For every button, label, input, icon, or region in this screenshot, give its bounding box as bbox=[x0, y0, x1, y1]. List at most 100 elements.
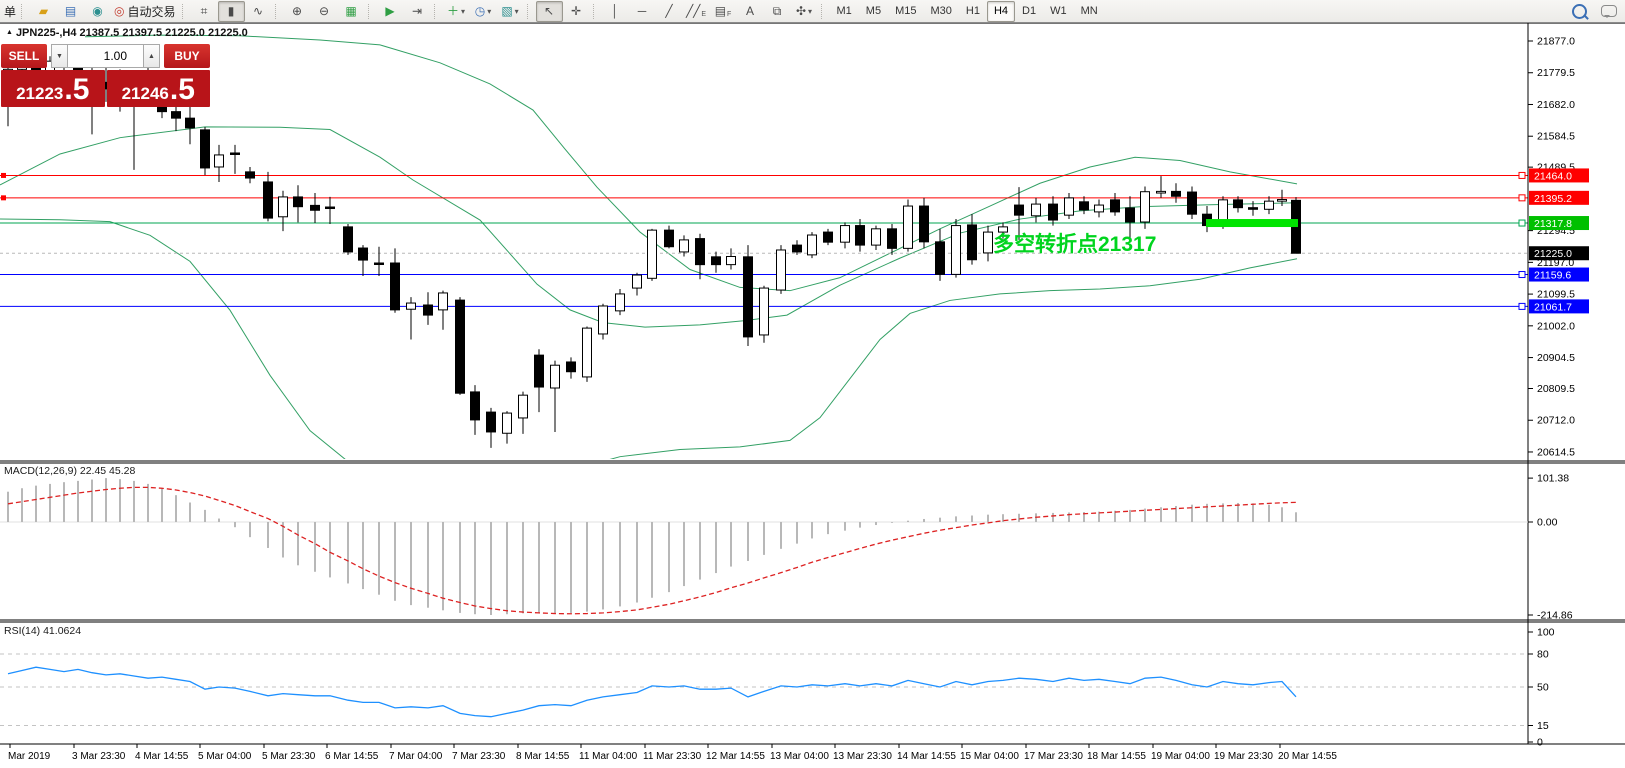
volume-decrease-button[interactable]: ▼ bbox=[51, 44, 68, 68]
candle-body bbox=[1080, 202, 1089, 210]
candle-body bbox=[535, 355, 544, 387]
candle-body bbox=[744, 257, 753, 337]
line-endpoint-marker[interactable] bbox=[1519, 272, 1525, 278]
candle-body bbox=[311, 205, 320, 210]
candle-body bbox=[648, 230, 657, 278]
text-icon[interactable]: A bbox=[737, 1, 764, 22]
rsi-axis-label: 100 bbox=[1537, 627, 1555, 639]
vertical-line-icon[interactable]: │ bbox=[602, 1, 629, 22]
cursor-icon[interactable]: ↖ bbox=[536, 1, 563, 22]
timeframe-button-m15[interactable]: M15 bbox=[888, 1, 923, 22]
candle-body bbox=[841, 226, 850, 243]
buy-button[interactable]: BUY bbox=[164, 44, 210, 68]
dropdown-caret-icon[interactable]: ▾ bbox=[461, 7, 465, 16]
dropdown-caret-icon[interactable]: ▾ bbox=[487, 7, 491, 16]
candle-body bbox=[567, 362, 576, 372]
equidistant-channel-icon[interactable]: ╱╱E bbox=[683, 1, 710, 22]
symbol-marker-icon[interactable]: ▲ bbox=[6, 29, 13, 36]
fibonacci-icon[interactable]: ▤F bbox=[710, 1, 737, 22]
time-axis-label: 4 Mar 14:55 bbox=[135, 751, 189, 762]
line-chart-icon: ∿ bbox=[253, 5, 263, 17]
timeframe-button-h4[interactable]: H4 bbox=[987, 1, 1015, 22]
candle-body bbox=[1095, 205, 1104, 212]
line-endpoint-marker[interactable] bbox=[1519, 220, 1525, 226]
tile-windows-icon[interactable]: ▦ bbox=[338, 1, 365, 22]
signal-icon: ◉ bbox=[92, 5, 102, 17]
arrows-icon: ✣ bbox=[796, 5, 806, 17]
period-clock-icon[interactable]: ◷▾ bbox=[470, 1, 497, 22]
line-endpoint-marker[interactable] bbox=[1519, 195, 1525, 201]
macd-axis-label: -214.86 bbox=[1537, 610, 1573, 622]
timeframe-button-mn[interactable]: MN bbox=[1074, 1, 1105, 22]
annotation-text[interactable]: 多空转折点21317 bbox=[993, 232, 1156, 256]
auto-scroll-icon[interactable]: ▶ bbox=[377, 1, 404, 22]
sell-price-display[interactable]: 21223.5 bbox=[1, 70, 105, 107]
rsi-axis-label: 50 bbox=[1537, 682, 1549, 694]
horizontal-line-icon[interactable]: ─ bbox=[629, 1, 656, 22]
dropdown-caret-icon[interactable]: ▾ bbox=[808, 7, 812, 16]
line-chart-icon[interactable]: ∿ bbox=[245, 1, 272, 22]
time-axis-label: 17 Mar 23:30 bbox=[1024, 751, 1083, 762]
chart-symbol-header: ▲JPN225-,H4 21387.5 21397.5 21225.0 2122… bbox=[6, 27, 248, 39]
terminal-icon[interactable]: ▤ bbox=[57, 1, 84, 22]
chart-canvas[interactable]: 多空转折点2131721877.021779.521682.021584.521… bbox=[0, 0, 1625, 768]
time-axis-label: 5 Mar 23:30 bbox=[262, 751, 316, 762]
zoom-out-icon[interactable]: ⊖ bbox=[311, 1, 338, 22]
text-label-icon[interactable]: ⧉ bbox=[764, 1, 791, 22]
search-icon[interactable] bbox=[1572, 4, 1587, 19]
zoom-in-icon[interactable]: ⊕ bbox=[284, 1, 311, 22]
candle-body bbox=[246, 172, 255, 178]
line-endpoint-marker[interactable] bbox=[1, 195, 6, 200]
bar-chart-icon[interactable]: ⌗ bbox=[191, 1, 218, 22]
autotrade-button[interactable]: ◎自动交易 bbox=[111, 1, 179, 22]
dropdown-caret-icon[interactable]: ▾ bbox=[515, 7, 519, 16]
toolbar-separator bbox=[821, 4, 826, 19]
line-endpoint-marker[interactable] bbox=[1519, 172, 1525, 178]
candlestick-chart-icon[interactable]: ▮ bbox=[218, 1, 245, 22]
volume-input[interactable]: 1.00 bbox=[68, 44, 143, 68]
candle-body bbox=[888, 229, 897, 249]
crosshair-icon[interactable]: ✛ bbox=[563, 1, 590, 22]
arrows-icon[interactable]: ✣▾ bbox=[791, 1, 818, 22]
gold-icon[interactable]: ▰ bbox=[30, 1, 57, 22]
candle-body bbox=[856, 226, 865, 246]
buy-price-display[interactable]: 21246.5 bbox=[107, 70, 211, 107]
candle-body bbox=[1234, 200, 1243, 208]
trendline-icon[interactable]: ╱ bbox=[656, 1, 683, 22]
green-highlight-box[interactable] bbox=[1206, 219, 1298, 227]
time-axis-label: 7 Mar 04:00 bbox=[389, 751, 443, 762]
candle-body bbox=[808, 235, 817, 255]
volume-increase-button[interactable]: ▲ bbox=[143, 44, 160, 68]
timeframe-button-m30[interactable]: M30 bbox=[923, 1, 958, 22]
sell-button[interactable]: SELL bbox=[1, 44, 47, 68]
sell-price-main: 21223 bbox=[16, 85, 63, 102]
toolbar-separator bbox=[182, 4, 187, 19]
candle-body bbox=[952, 226, 961, 275]
level-price-label: 21159.6 bbox=[1534, 270, 1571, 282]
timeframe-button-w1[interactable]: W1 bbox=[1043, 1, 1074, 22]
line-endpoint-marker[interactable] bbox=[1519, 303, 1525, 309]
candle-body bbox=[999, 227, 1008, 232]
price-axis-label: 21682.0 bbox=[1537, 99, 1575, 111]
toolbar-group-scroll: ▶⇥ bbox=[377, 0, 431, 22]
time-axis-label: 18 Mar 14:55 bbox=[1087, 751, 1146, 762]
candle-body bbox=[984, 232, 993, 253]
signal-icon[interactable]: ◉ bbox=[84, 1, 111, 22]
template-icon[interactable]: ▧▾ bbox=[497, 1, 524, 22]
timeframe-button-h1[interactable]: H1 bbox=[959, 1, 987, 22]
candle-body bbox=[439, 293, 448, 310]
timeframe-button-d1[interactable]: D1 bbox=[1015, 1, 1043, 22]
chat-icon[interactable] bbox=[1601, 5, 1617, 17]
new-order-icon[interactable]: ＋▾ bbox=[443, 1, 470, 22]
line-endpoint-marker[interactable] bbox=[1, 173, 6, 178]
candle-body bbox=[375, 263, 384, 265]
timeframe-button-m1[interactable]: M1 bbox=[830, 1, 859, 22]
zoom-out-icon: ⊖ bbox=[319, 5, 329, 17]
candle-body bbox=[1249, 208, 1258, 210]
timeframe-button-m5[interactable]: M5 bbox=[859, 1, 888, 22]
toolbar: 单 ▰▤◉◎自动交易⌗▮∿⊕⊖▦▶⇥＋▾◷▾▧▾↖✛│─╱╱╱E▤FA⧉✣▾ M… bbox=[0, 0, 1625, 23]
chart-shift-icon[interactable]: ⇥ bbox=[404, 1, 431, 22]
new-order-text[interactable]: 单 bbox=[2, 3, 18, 20]
autotrade-label: 自动交易 bbox=[128, 3, 176, 20]
toolbar-separator bbox=[434, 4, 439, 19]
